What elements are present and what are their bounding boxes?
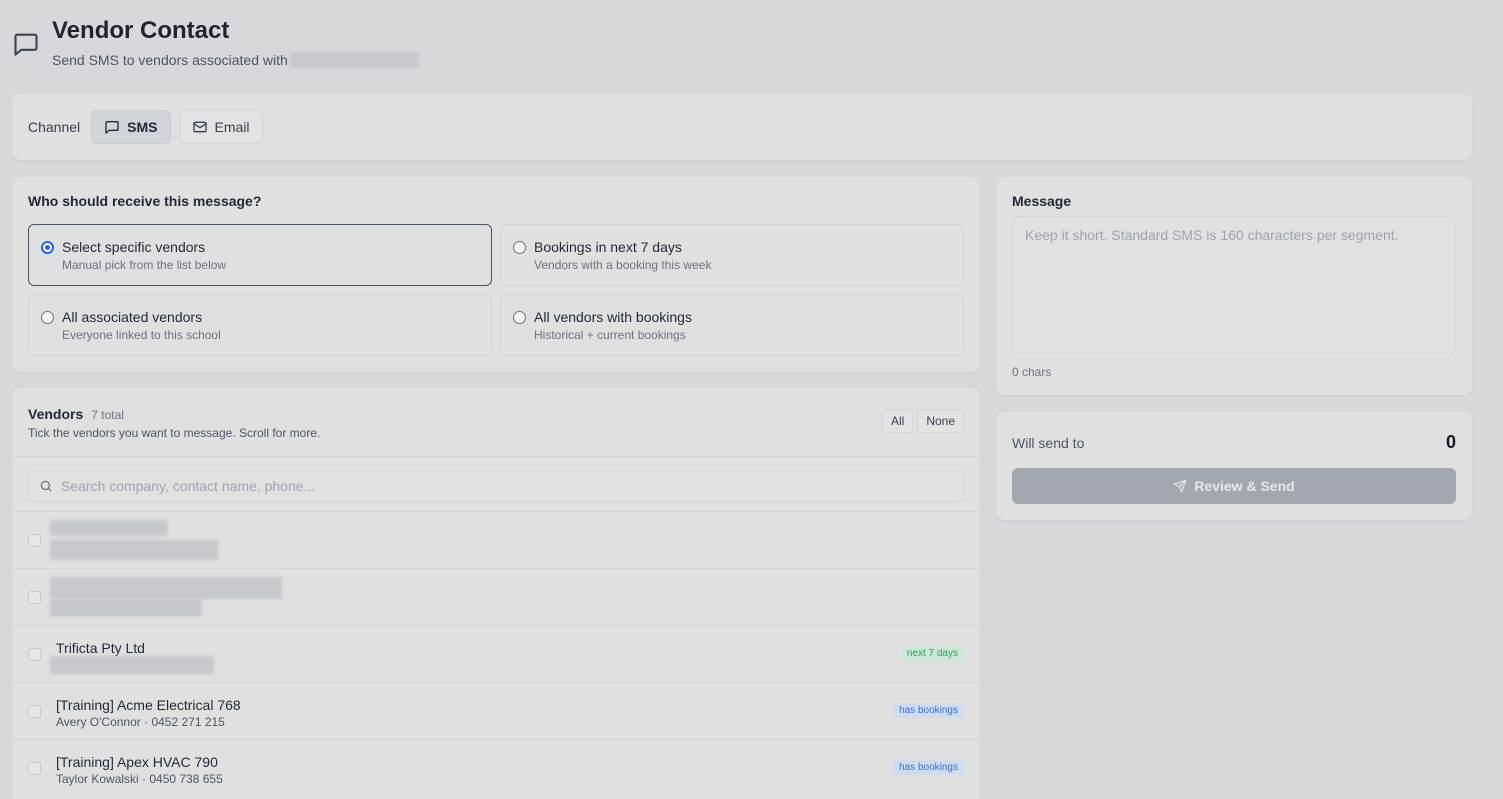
vendor-name: Trificta Pty Ltd — [56, 640, 145, 656]
vendor-checkbox[interactable] — [28, 534, 41, 547]
redacted-vendor-contact — [50, 656, 214, 674]
message-title: Message — [1012, 193, 1072, 209]
vendor-contact: Avery O'Connor · 0452 271 215 — [56, 715, 225, 729]
recipient-count: 0 — [1445, 432, 1456, 452]
vendor-search[interactable] — [28, 470, 964, 502]
recipients-card: Who should receive this message? Select … — [12, 177, 980, 372]
search-icon — [40, 480, 52, 492]
vendors-hint: Tick the vendors you want to message. Sc… — [28, 426, 321, 440]
table-row[interactable]: [Training] Apex HVAC 790 Taylor Kowalski… — [12, 739, 980, 796]
vendor-checkbox[interactable] — [28, 591, 41, 604]
message-card: Message 0 chars — [996, 177, 1472, 395]
vendors-title: Vendors — [28, 406, 84, 422]
vendor-contact: Taylor Kowalski · 0450 738 655 — [56, 772, 223, 786]
search-input[interactable] — [61, 478, 941, 494]
vendors-count: 7 total — [91, 408, 124, 422]
radio[interactable] — [41, 311, 54, 324]
vendor-checkbox[interactable] — [28, 705, 41, 718]
message-square-icon — [14, 33, 38, 56]
radio-selected[interactable] — [41, 241, 54, 254]
select-none-button[interactable]: None — [917, 409, 964, 433]
recipients-title: Who should receive this message? — [28, 193, 262, 209]
vendor-checkbox[interactable] — [28, 762, 41, 775]
redacted-vendor-contact — [50, 540, 218, 560]
redacted-vendor-contact — [50, 599, 202, 617]
select-all-button[interactable]: All — [881, 409, 914, 433]
send-card: Will send to 0 Review & Send — [996, 412, 1472, 520]
status-badge: next 7 days — [900, 646, 964, 661]
mail-icon — [192, 121, 207, 133]
status-badge: has bookings — [893, 703, 964, 718]
vendor-name: [Training] Apex HVAC 790 — [56, 754, 218, 770]
divider — [12, 456, 980, 457]
status-badge: has bookings — [893, 760, 964, 775]
message-square-icon — [105, 121, 119, 134]
channel-sms-button[interactable]: SMS — [91, 110, 171, 144]
vendor-name: [Training] Acme Electrical 768 — [56, 697, 241, 713]
channel-email-button[interactable]: Email — [178, 110, 263, 144]
vendors-card: Vendors 7 total Tick the vendors you want… — [12, 388, 980, 799]
table-row[interactable] — [12, 511, 980, 568]
char-count: 0 chars — [1012, 365, 1052, 379]
page-header: Vendor Contact Send SMS to vendors assoc… — [12, 16, 418, 68]
recipient-option-specific[interactable]: Select specific vendors Manual pick from… — [28, 224, 492, 286]
table-row[interactable]: [Training] Acme Electrical 768 Avery O'C… — [12, 682, 980, 739]
page-subtitle: Send SMS to vendors associated with — [52, 52, 288, 68]
radio[interactable] — [513, 241, 526, 254]
vendor-list: Trificta Pty Ltd next 7 days [Training] … — [12, 511, 980, 796]
send-icon — [1173, 479, 1187, 493]
table-row[interactable] — [12, 568, 980, 625]
table-row[interactable]: Trificta Pty Ltd next 7 days — [12, 625, 980, 682]
channel-card: Channel SMS Email — [12, 94, 1472, 160]
recipient-option-all-associated[interactable]: All associated vendors Everyone linked t… — [28, 294, 492, 356]
send-label: Will send to — [1012, 435, 1085, 451]
vendor-checkbox[interactable] — [28, 648, 41, 661]
redacted-school-name — [289, 52, 418, 68]
recipient-option-all-with-bookings[interactable]: All vendors with bookings Historical + c… — [500, 294, 964, 356]
redacted-vendor-name — [50, 520, 168, 536]
redacted-vendor-name — [50, 577, 282, 599]
radio[interactable] — [513, 311, 526, 324]
channel-label: Channel — [28, 119, 81, 135]
page-title: Vendor Contact — [52, 17, 230, 44]
review-send-button[interactable]: Review & Send — [1012, 468, 1456, 504]
recipient-option-next-7-days[interactable]: Bookings in next 7 days Vendors with a b… — [500, 224, 964, 286]
message-textarea[interactable] — [1012, 216, 1456, 354]
